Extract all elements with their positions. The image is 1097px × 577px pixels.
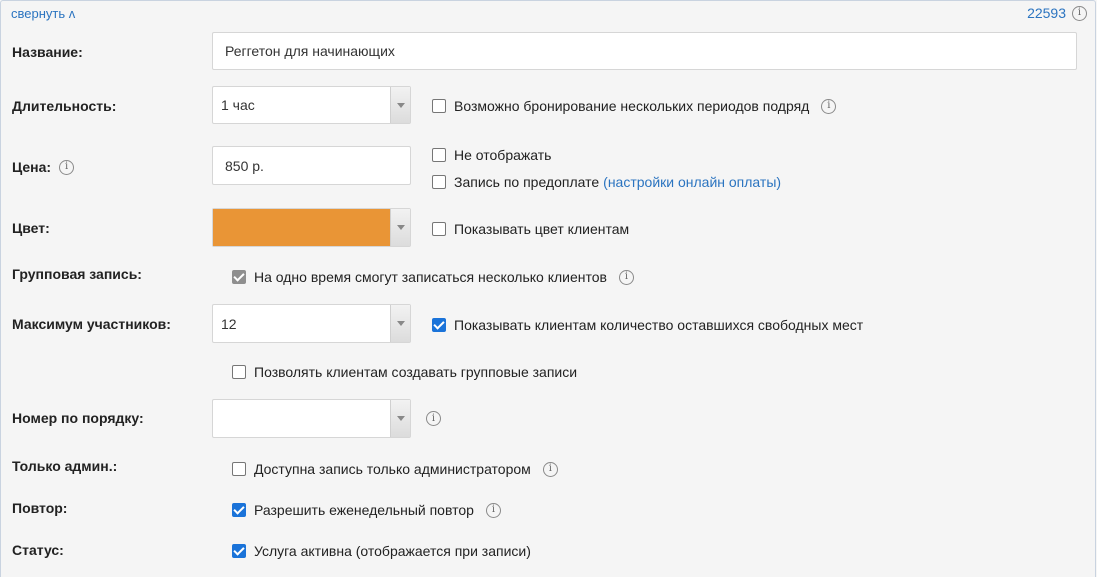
show-color-checkbox[interactable]: Показывать цвет клиентам bbox=[432, 221, 629, 237]
color-swatch bbox=[213, 209, 390, 246]
group-label: Групповая запись: bbox=[12, 266, 142, 282]
service-id-block: 22593 i bbox=[1027, 5, 1087, 21]
name-label: Название: bbox=[12, 44, 83, 60]
status-label: Статус: bbox=[12, 542, 64, 558]
info-icon[interactable]: i bbox=[542, 461, 558, 477]
max-participants-select[interactable]: 12 bbox=[212, 304, 411, 343]
info-icon[interactable]: i bbox=[619, 269, 634, 285]
service-settings-panel: свернуть ʌ 22593 i Название: Реггетон дл… bbox=[0, 0, 1096, 577]
name-input[interactable]: Реггетон для начинающих bbox=[212, 32, 1077, 70]
price-label: Цена: bbox=[12, 159, 52, 175]
max-participants-label: Максимум участников: bbox=[12, 316, 171, 332]
duration-value: 1 час bbox=[221, 97, 255, 113]
repeat-box[interactable] bbox=[232, 503, 246, 517]
hide-price-box[interactable] bbox=[432, 148, 446, 162]
service-id[interactable]: 22593 bbox=[1027, 5, 1066, 21]
multi-period-checkbox[interactable]: Возможно бронирование нескольких периодо… bbox=[432, 98, 837, 114]
max-participants-value: 12 bbox=[221, 315, 237, 332]
order-select[interactable] bbox=[212, 399, 411, 438]
chevron-down-icon[interactable] bbox=[390, 305, 410, 342]
multi-clients-label: На одно время смогут записаться нескольк… bbox=[254, 269, 607, 285]
status-checkbox-label: Услуга активна (отображается при записи) bbox=[254, 543, 531, 559]
info-icon[interactable]: i bbox=[485, 502, 501, 518]
repeat-checkbox-label: Разрешить еженедельный повтор bbox=[254, 502, 474, 518]
admin-only-checkbox-label: Доступна запись только администратором bbox=[254, 461, 531, 477]
prepay-box[interactable] bbox=[432, 175, 446, 189]
show-free-label: Показывать клиентам количество оставшихс… bbox=[454, 317, 864, 333]
status-box[interactable] bbox=[232, 544, 246, 558]
chevron-down-icon[interactable] bbox=[390, 400, 410, 437]
collapse-link[interactable]: свернуть ʌ bbox=[11, 6, 75, 21]
duration-label: Длительность: bbox=[12, 98, 117, 114]
info-icon[interactable]: i bbox=[59, 159, 75, 175]
multi-period-label: Возможно бронирование нескольких периодо… bbox=[454, 98, 810, 114]
show-color-label: Показывать цвет клиентам bbox=[454, 221, 630, 237]
show-free-box[interactable] bbox=[432, 318, 446, 332]
show-free-checkbox[interactable]: Показывать клиентам количество оставшихс… bbox=[432, 317, 863, 333]
color-select[interactable] bbox=[212, 208, 411, 247]
prepay-label: Запись по предоплате bbox=[454, 174, 600, 190]
repeat-checkbox[interactable]: Разрешить еженедельный повтор i bbox=[232, 502, 501, 518]
repeat-label: Повтор: bbox=[12, 500, 68, 516]
hide-price-checkbox[interactable]: Не отображать bbox=[432, 147, 551, 163]
chevron-down-icon[interactable] bbox=[390, 209, 410, 246]
duration-select[interactable]: 1 час bbox=[212, 86, 411, 124]
hide-price-label: Не отображать bbox=[454, 147, 552, 163]
info-icon[interactable]: i bbox=[1072, 5, 1087, 21]
price-label-wrap: Цена: i bbox=[12, 159, 75, 175]
multi-clients-checkbox[interactable]: На одно время смогут записаться нескольк… bbox=[232, 269, 634, 285]
payment-settings-link[interactable]: (настройки онлайн оплаты) bbox=[603, 174, 781, 190]
multi-clients-box[interactable] bbox=[232, 270, 246, 284]
allow-group-checkbox[interactable]: Позволять клиентам создавать групповые з… bbox=[232, 364, 577, 380]
order-label: Номер по порядку: bbox=[12, 410, 144, 426]
color-label: Цвет: bbox=[12, 220, 50, 236]
chevron-down-icon[interactable] bbox=[390, 87, 410, 123]
admin-only-label: Только админ.: bbox=[12, 458, 118, 474]
info-icon[interactable]: i bbox=[426, 411, 441, 426]
status-checkbox[interactable]: Услуга активна (отображается при записи) bbox=[232, 543, 531, 559]
allow-group-label: Позволять клиентам создавать групповые з… bbox=[254, 364, 578, 380]
admin-only-checkbox[interactable]: Доступна запись только администратором i bbox=[232, 461, 558, 477]
info-icon[interactable]: i bbox=[821, 98, 837, 114]
multi-period-box[interactable] bbox=[432, 99, 446, 113]
allow-group-box[interactable] bbox=[232, 365, 246, 379]
price-input[interactable]: 850 р. bbox=[212, 146, 411, 185]
show-color-box[interactable] bbox=[432, 222, 446, 236]
prepay-checkbox[interactable]: Запись по предоплате (настройки онлайн о… bbox=[432, 174, 781, 190]
admin-only-box[interactable] bbox=[232, 462, 246, 476]
